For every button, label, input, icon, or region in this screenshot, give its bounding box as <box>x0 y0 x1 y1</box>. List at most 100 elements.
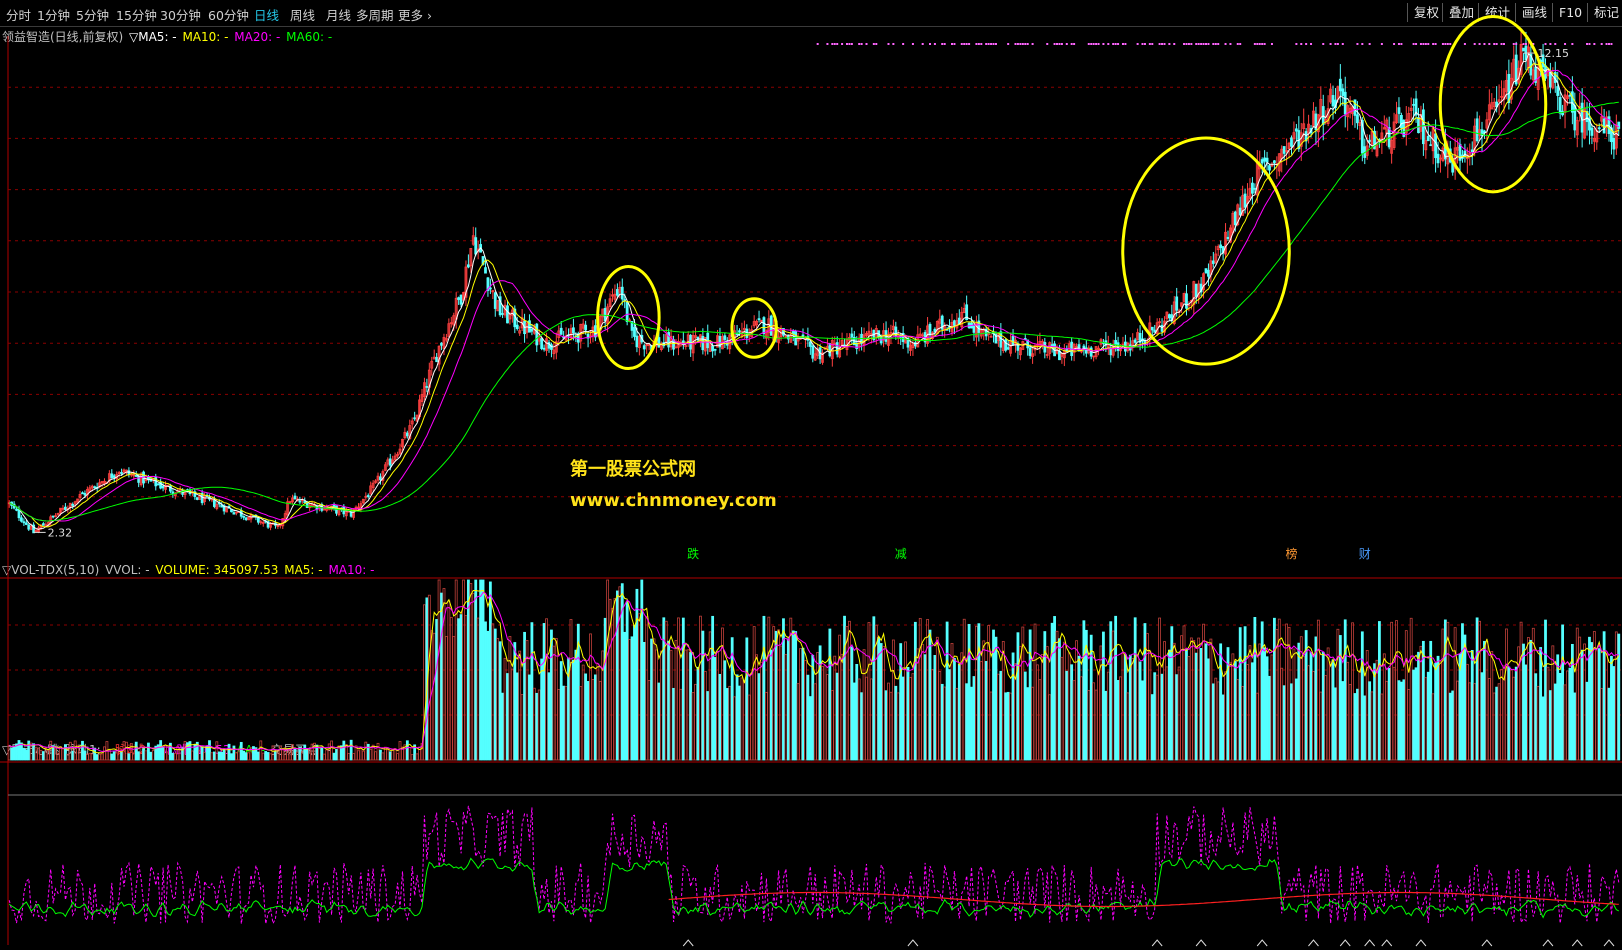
volume-bar <box>359 748 363 761</box>
volume-bar <box>1590 642 1594 761</box>
volume-bar <box>1360 631 1364 761</box>
candle-body <box>1226 236 1230 240</box>
volume-bar <box>396 753 399 761</box>
volume-bar <box>369 748 373 761</box>
volume-bar <box>865 676 868 761</box>
candle-body <box>711 345 715 352</box>
buy-point-marker <box>1571 939 1583 947</box>
signal-dot <box>1263 43 1266 45</box>
volume-bar <box>49 740 53 761</box>
volume-bar <box>1145 633 1149 761</box>
volume-bar <box>1036 664 1039 761</box>
volume-bar <box>1031 686 1034 761</box>
volume-bar <box>1319 691 1323 761</box>
volume-bar <box>1585 681 1589 761</box>
candle-body <box>1204 268 1208 274</box>
candle-body <box>1233 211 1237 226</box>
volume-bar <box>352 753 356 761</box>
volume-bar <box>1233 661 1237 761</box>
signal-dot <box>1329 43 1332 45</box>
signal-dot <box>1608 43 1611 45</box>
candle-body <box>1556 86 1560 96</box>
candle-body <box>425 386 429 388</box>
volume-bar <box>508 636 512 761</box>
volume-bar <box>63 744 67 761</box>
volume-bar <box>107 749 111 761</box>
volume-bar <box>310 743 314 761</box>
candle-body <box>435 356 439 363</box>
signal-dot <box>875 43 878 45</box>
signal-dot <box>987 43 990 45</box>
volume-bar <box>635 588 639 761</box>
volume-bar <box>821 666 824 761</box>
volume-bar <box>706 691 710 761</box>
signal-dot <box>1173 43 1176 45</box>
stock-chart[interactable]: 12.15 2.32 跌 减 榜 财 <box>0 0 1622 950</box>
signal-dot <box>977 43 980 45</box>
volume-bar <box>813 683 817 761</box>
volume-bar <box>867 622 871 761</box>
signal-dot <box>1361 43 1364 45</box>
signal-dot <box>1185 43 1188 45</box>
signal-dot <box>1070 43 1073 45</box>
buy-point-marker <box>682 939 694 947</box>
volume-bar <box>869 678 873 761</box>
signal-dot <box>1163 43 1166 45</box>
volume-bar <box>1104 690 1108 761</box>
volume-bar <box>623 631 627 761</box>
volume-bar <box>1172 642 1176 761</box>
candle-body <box>713 348 717 351</box>
volume-bar <box>29 742 33 761</box>
volume-bar <box>1426 671 1430 761</box>
candle-body <box>1568 94 1572 97</box>
volume-bar <box>752 626 756 761</box>
volume-bar <box>686 649 690 761</box>
volume-bar <box>1470 650 1474 761</box>
signal-dot <box>963 43 966 45</box>
volume-bar <box>364 741 368 761</box>
signal-dot <box>826 43 829 45</box>
volume-bar <box>361 750 365 761</box>
volume-bar <box>975 625 978 761</box>
volume-bar <box>1387 667 1391 761</box>
volume-bar <box>1424 677 1428 761</box>
volume-bar <box>596 663 600 761</box>
signal-dot <box>1495 43 1498 45</box>
signal-dot <box>1112 43 1115 45</box>
high-price-label: 12.15 <box>1538 47 1570 60</box>
candle-body <box>506 305 509 324</box>
volume-bar <box>1109 621 1113 761</box>
volume-bar <box>452 635 456 761</box>
volume-bar <box>122 741 126 761</box>
volume-bar <box>999 670 1003 761</box>
signal-dot <box>1195 43 1198 45</box>
volume-bar <box>1067 652 1071 761</box>
volume-bar <box>112 751 116 761</box>
volume-bar <box>1299 636 1303 761</box>
volume-bar <box>762 615 766 761</box>
candle-body <box>1412 104 1416 106</box>
volume-bar <box>994 636 998 761</box>
volume-bar <box>1507 666 1511 761</box>
volume-bar <box>862 649 866 761</box>
volume-bar <box>100 753 104 761</box>
candle-body <box>1150 326 1154 331</box>
volume-bar <box>432 632 436 761</box>
volume-bar <box>173 752 177 761</box>
candle-body <box>24 522 28 525</box>
heartbeat-line <box>8 805 1620 925</box>
signal-dot <box>1300 43 1303 45</box>
volume-bar <box>689 652 693 761</box>
volume-bar <box>215 741 219 761</box>
signal-dot <box>1270 43 1273 45</box>
volume-bar <box>208 740 211 761</box>
candle-body <box>1194 283 1198 298</box>
volume-bar <box>1575 627 1579 761</box>
volume-bar <box>1055 630 1059 761</box>
volume-bar <box>149 751 153 761</box>
signal-dot <box>860 43 863 45</box>
volume-bar <box>657 682 661 761</box>
volume-bar <box>598 680 602 761</box>
signal-dot <box>1600 43 1603 45</box>
volume-bar <box>7 744 11 761</box>
